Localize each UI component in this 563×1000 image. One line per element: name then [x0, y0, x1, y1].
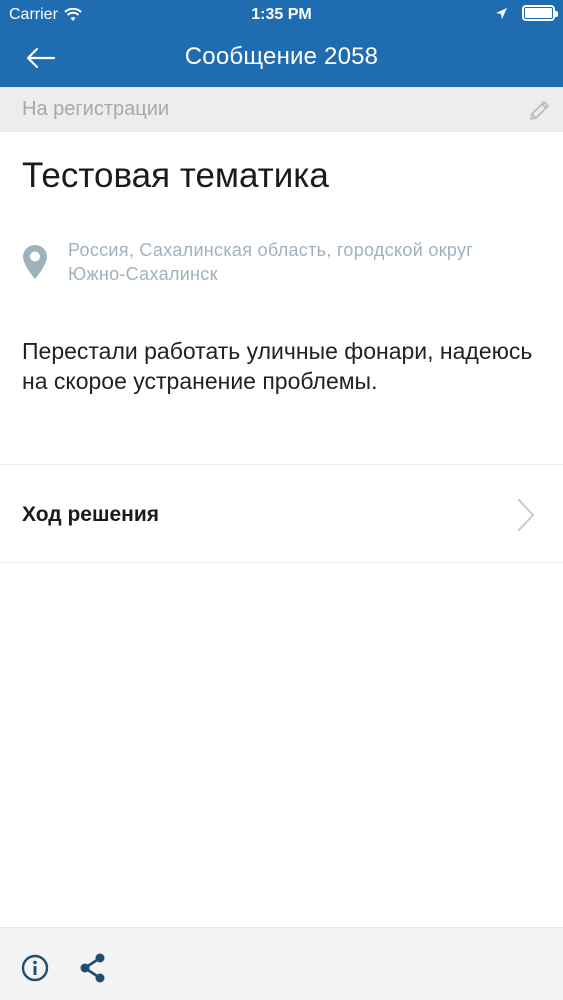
page-title: Сообщение 2058	[184, 43, 379, 70]
status-right-icons	[495, 5, 558, 21]
message-status-band: На регистрации	[0, 87, 563, 132]
map-pin-icon	[23, 245, 47, 279]
chevron-right-icon	[518, 499, 534, 531]
info-icon[interactable]	[21, 954, 49, 982]
progress-label: Ход решения	[22, 503, 159, 526]
system-status-bar: Carrier 1:35 PM	[0, 0, 563, 30]
battery-icon	[522, 5, 558, 21]
message-text: Перестали работать уличные фонари, надею…	[22, 338, 533, 394]
location-arrow-icon	[496, 7, 507, 19]
share-icon[interactable]	[78, 952, 108, 984]
clock: 1:35 PM	[251, 6, 312, 23]
status-label: На регистрации	[22, 98, 170, 120]
bottom-toolbar	[0, 927, 563, 1000]
navigation-bar: Сообщение 2058	[0, 30, 563, 87]
pencil-icon[interactable]	[527, 97, 553, 123]
progress-row[interactable]: Ход решения	[0, 464, 563, 563]
app-header: Carrier 1:35 PM Сообщение 2058	[0, 0, 563, 87]
message-address: Россия, Сахалинская область, городской о…	[68, 240, 474, 284]
message-subject: Тестовая тематика	[22, 156, 329, 195]
